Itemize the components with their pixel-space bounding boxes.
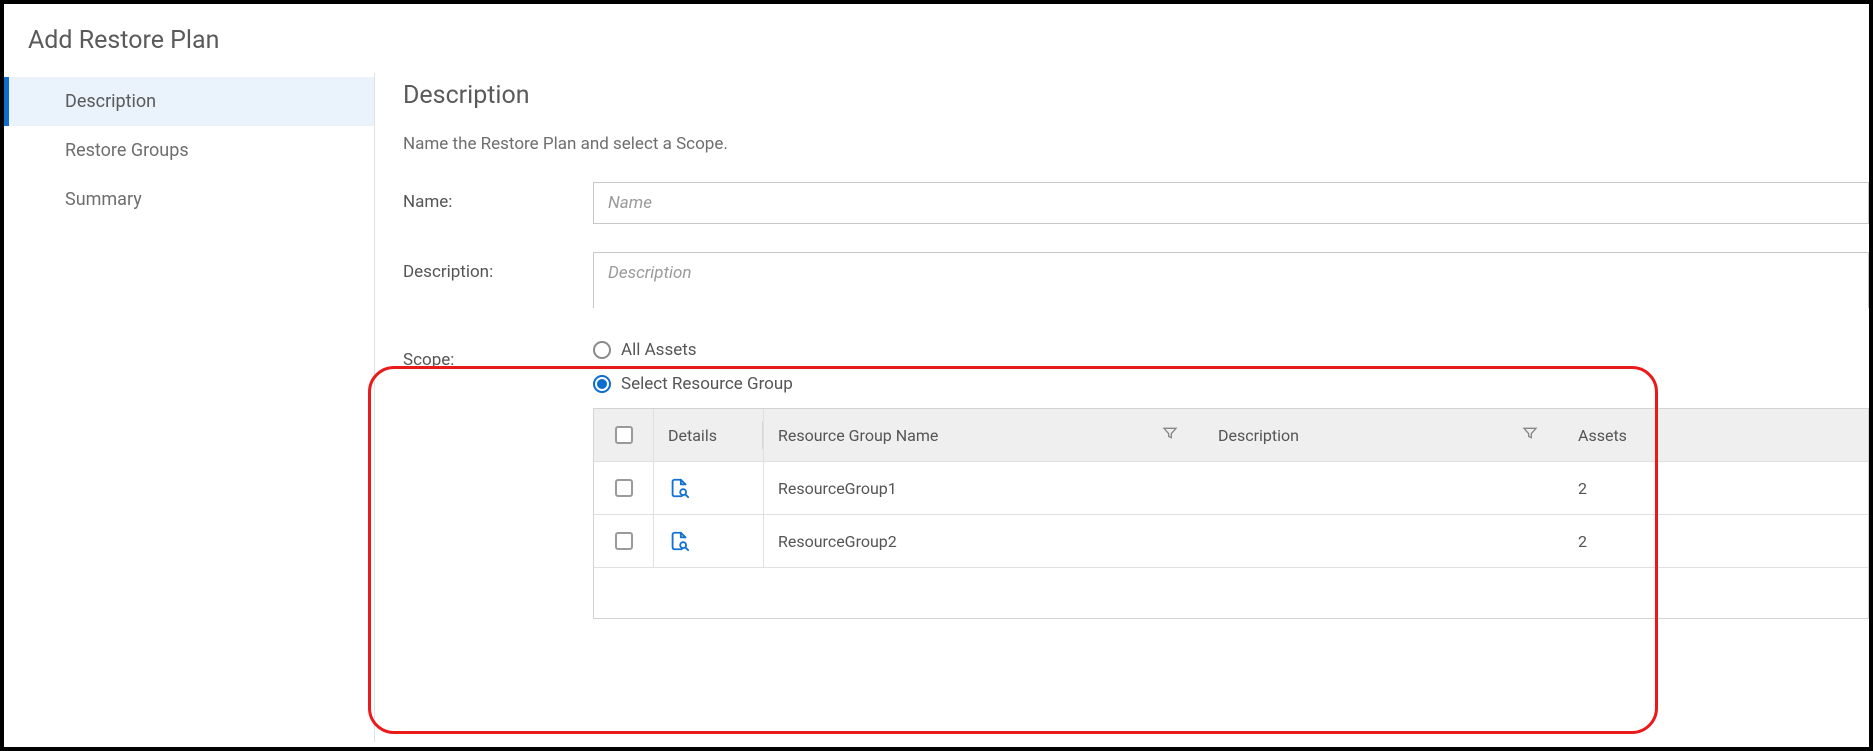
details-magnify-icon bbox=[668, 477, 690, 499]
form-row-scope: Scope: All Assets Select Resource Group bbox=[403, 340, 1869, 619]
resource-group-table: Details Resource Group Name Description bbox=[593, 408, 1869, 619]
wizard-sidebar: Description Restore Groups Summary bbox=[4, 73, 374, 742]
row-name-cell: ResourceGroup1 bbox=[764, 479, 1204, 498]
filter-icon[interactable] bbox=[1522, 425, 1550, 445]
name-label: Name: bbox=[403, 182, 593, 212]
form-row-description: Description: bbox=[403, 252, 1869, 312]
header-description[interactable]: Description bbox=[1204, 425, 1564, 445]
header-details: Details bbox=[654, 409, 764, 461]
row-checkbox[interactable] bbox=[594, 462, 654, 514]
header-assets[interactable]: Assets bbox=[1564, 426, 1764, 445]
sidebar-item-label: Summary bbox=[65, 189, 142, 210]
row-assets-cell: 2 bbox=[1564, 532, 1764, 551]
page-title: Add Restore Plan bbox=[4, 4, 1869, 73]
radio-unchecked-icon bbox=[593, 341, 611, 359]
content-area: Description Restore Groups Summary Descr… bbox=[4, 73, 1869, 742]
radio-all-assets[interactable]: All Assets bbox=[593, 340, 1869, 360]
radio-label: All Assets bbox=[621, 340, 697, 360]
row-assets: 2 bbox=[1578, 532, 1587, 551]
main-panel: Description Name the Restore Plan and se… bbox=[374, 73, 1869, 742]
sidebar-item-description[interactable]: Description bbox=[4, 77, 374, 126]
header-name-label: Resource Group Name bbox=[778, 426, 938, 445]
section-subheading: Name the Restore Plan and select a Scope… bbox=[403, 134, 1869, 154]
header-desc-label: Description bbox=[1218, 426, 1299, 445]
row-name: ResourceGroup1 bbox=[778, 479, 897, 498]
row-details-button[interactable] bbox=[654, 462, 764, 514]
name-input[interactable] bbox=[593, 182, 1869, 224]
radio-label: Select Resource Group bbox=[621, 374, 793, 394]
header-details-label: Details bbox=[668, 426, 717, 445]
row-name: ResourceGroup2 bbox=[778, 532, 897, 551]
header-resource-group-name[interactable]: Resource Group Name bbox=[764, 425, 1204, 445]
description-label: Description: bbox=[403, 252, 593, 282]
details-magnify-icon bbox=[668, 530, 690, 552]
sidebar-item-label: Restore Groups bbox=[65, 140, 189, 161]
row-assets: 2 bbox=[1578, 479, 1587, 498]
table-row: ResourceGroup2 2 bbox=[594, 515, 1868, 568]
section-heading: Description bbox=[403, 81, 1869, 110]
sidebar-item-summary[interactable]: Summary bbox=[4, 175, 374, 224]
checkbox-icon bbox=[615, 426, 633, 444]
checkbox-icon bbox=[615, 532, 633, 550]
row-assets-cell: 2 bbox=[1564, 479, 1764, 498]
header-assets-label: Assets bbox=[1578, 426, 1627, 445]
row-details-button[interactable] bbox=[654, 515, 764, 567]
row-checkbox[interactable] bbox=[594, 515, 654, 567]
row-name-cell: ResourceGroup2 bbox=[764, 532, 1204, 551]
scope-label: Scope: bbox=[403, 340, 593, 370]
radio-checked-icon bbox=[593, 375, 611, 393]
filter-icon[interactable] bbox=[1162, 425, 1190, 445]
table-row: ResourceGroup1 2 bbox=[594, 462, 1868, 515]
sidebar-item-restore-groups[interactable]: Restore Groups bbox=[4, 126, 374, 175]
description-input[interactable] bbox=[593, 252, 1869, 308]
radio-select-resource-group[interactable]: Select Resource Group bbox=[593, 374, 1869, 394]
table-empty-space bbox=[594, 568, 1868, 618]
sidebar-item-label: Description bbox=[65, 91, 156, 112]
table-header-row: Details Resource Group Name Description bbox=[594, 409, 1868, 462]
checkbox-icon bbox=[615, 479, 633, 497]
form-row-name: Name: bbox=[403, 182, 1869, 224]
header-select-all[interactable] bbox=[594, 409, 654, 461]
app-window: Add Restore Plan Description Restore Gro… bbox=[0, 0, 1873, 751]
